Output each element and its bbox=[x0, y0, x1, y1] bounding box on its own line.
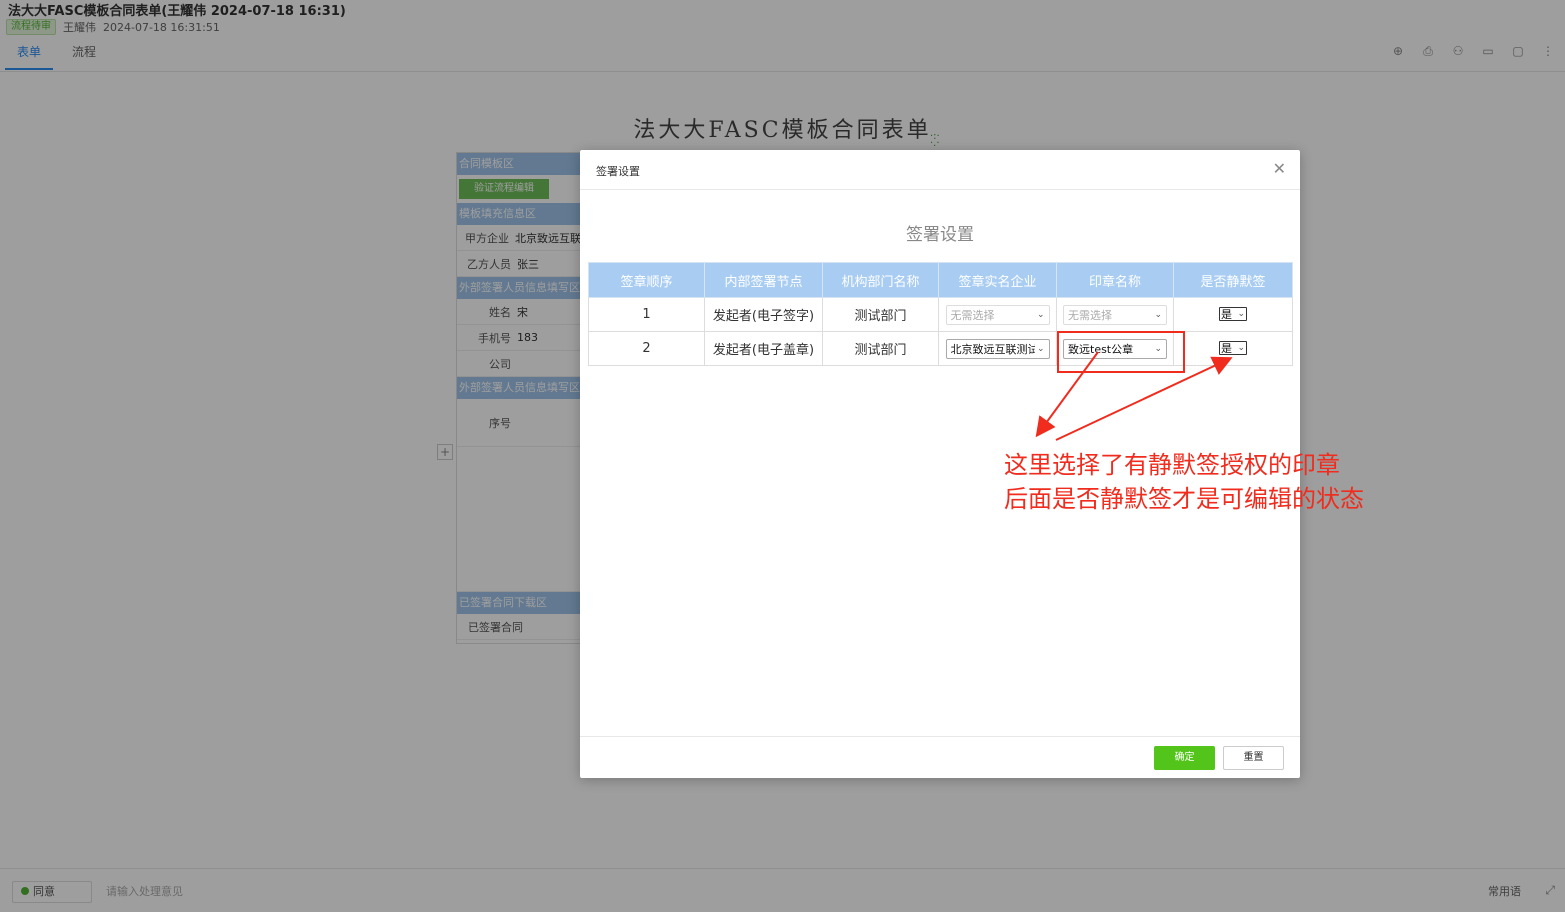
order-cell: 1 bbox=[588, 297, 705, 332]
column-header: 签章实名企业 bbox=[938, 262, 1057, 298]
silent-select[interactable]: 是 ⌄ bbox=[1219, 307, 1247, 321]
column-header: 印章名称 bbox=[1056, 262, 1174, 298]
dialog-header: 签署设置 ✕ bbox=[580, 150, 1300, 190]
sign-settings-dialog: 签署设置 ✕ 签署设置 签章顺序 内部签署节点 机构部门名称 签章实名企业 印章… bbox=[580, 150, 1364, 778]
dialog-footer: 确定 重置 bbox=[580, 736, 1300, 778]
seal-select[interactable]: 无需选择 ⌄ bbox=[1063, 304, 1167, 325]
node-cell: 发起者(电子签字) bbox=[704, 297, 823, 332]
company-select-value: 北京致远互联测试 bbox=[950, 342, 1035, 356]
table-row: 2 发起者(电子盖章) 测试部门 北京致远互联测试 ⌄ 致远test公章 ⌄ 是 ⌄ bbox=[588, 331, 1293, 366]
silent-cell: 是 ⌄ bbox=[1173, 297, 1293, 332]
seal-highlight-box bbox=[1057, 331, 1185, 373]
node-cell: 发起者(电子盖章) bbox=[704, 331, 823, 366]
chevron-down-icon: ⌄ bbox=[1237, 343, 1245, 353]
company-cell: 无需选择 ⌄ bbox=[938, 297, 1057, 332]
sign-settings-table: 签章顺序 内部签署节点 机构部门名称 签章实名企业 印章名称 是否静默签 1 发… bbox=[588, 262, 1293, 366]
close-icon[interactable]: ✕ bbox=[1273, 160, 1286, 178]
annotation-line: 后面是否静默签才是可编辑的状态 bbox=[1004, 485, 1364, 513]
dialog-title: 签署设置 bbox=[596, 165, 640, 178]
order-cell: 2 bbox=[588, 331, 705, 366]
column-header: 签章顺序 bbox=[588, 262, 705, 298]
dept-cell: 测试部门 bbox=[822, 331, 939, 366]
column-header: 机构部门名称 bbox=[822, 262, 939, 298]
chevron-down-icon: ⌄ bbox=[1036, 309, 1045, 320]
column-header: 是否静默签 bbox=[1173, 262, 1293, 298]
company-cell: 北京致远互联测试 ⌄ bbox=[938, 331, 1057, 366]
table-header-row: 签章顺序 内部签署节点 机构部门名称 签章实名企业 印章名称 是否静默签 bbox=[588, 262, 1293, 298]
silent-select-value: 是 bbox=[1221, 342, 1232, 355]
annotation-line: 这里选择了有静默签授权的印章 bbox=[1004, 451, 1340, 479]
dialog-heading: 签署设置 bbox=[906, 225, 974, 245]
confirm-button[interactable]: 确定 bbox=[1154, 746, 1215, 770]
table-row: 1 发起者(电子签字) 测试部门 无需选择 ⌄ 无需选择 ⌄ 是 ⌄ bbox=[588, 297, 1293, 332]
seal-select-value: 无需选择 bbox=[1068, 308, 1112, 322]
chevron-down-icon: ⌄ bbox=[1237, 309, 1245, 319]
company-select[interactable]: 北京致远互联测试 ⌄ bbox=[945, 338, 1050, 359]
chevron-down-icon: ⌄ bbox=[1036, 343, 1045, 354]
company-select-value: 无需选择 bbox=[950, 308, 995, 322]
seal-cell: 无需选择 ⌄ bbox=[1056, 297, 1174, 332]
column-header: 内部签署节点 bbox=[704, 262, 823, 298]
silent-select-value: 是 bbox=[1221, 308, 1232, 321]
reset-button[interactable]: 重置 bbox=[1223, 746, 1284, 770]
annotation-text: 这里选择了有静默签授权的印章 后面是否静默签才是可编辑的状态 bbox=[1004, 448, 1364, 516]
company-select[interactable]: 无需选择 ⌄ bbox=[945, 304, 1050, 325]
chevron-down-icon: ⌄ bbox=[1154, 309, 1162, 320]
silent-select[interactable]: 是 ⌄ bbox=[1219, 341, 1247, 355]
silent-cell: 是 ⌄ bbox=[1173, 331, 1293, 366]
dept-cell: 测试部门 bbox=[822, 297, 939, 332]
